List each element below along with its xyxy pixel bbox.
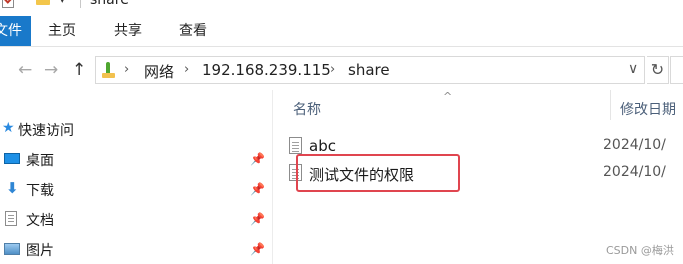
tab-file[interactable]: 文件 — [0, 16, 31, 46]
sidebar-item-label: 图片 — [26, 243, 54, 259]
sidebar-item-pictures[interactable]: 图片 📌 — [0, 238, 272, 262]
sidebar-item-quick-access[interactable]: ★ 快速访问 — [0, 118, 272, 142]
sidebar-item-downloads[interactable]: ⬇ 下载 📌 — [0, 178, 272, 202]
breadcrumb-share[interactable]: share — [348, 61, 390, 79]
tab-home[interactable]: 主页 — [48, 16, 76, 46]
quick-access-properties-icon[interactable] — [2, 0, 14, 8]
search-box[interactable] — [670, 56, 683, 84]
titlebar-separator — [80, 0, 81, 8]
address-toolbar: ← → ↑ › 网络 › 192.168.239.115 › share ∨ ↻ — [0, 52, 683, 88]
column-header-modified[interactable]: 修改日期 — [620, 99, 676, 119]
pin-icon[interactable]: 📌 — [250, 242, 265, 256]
sidebar-item-desktop[interactable]: 桌面 📌 — [0, 148, 272, 172]
quick-access-dropdown-icon[interactable]: ▾ — [60, 0, 65, 6]
pin-icon[interactable]: 📌 — [250, 182, 265, 196]
new-folder-icon[interactable] — [36, 0, 50, 5]
window-title: share — [90, 0, 129, 8]
text-file-icon — [289, 137, 302, 154]
sidebar-item-label: 下载 — [26, 183, 54, 199]
navigation-pane: ★ 快速访问 桌面 📌 ⬇ 下载 📌 文档 📌 图片 📌 — [0, 90, 272, 264]
sidebar-item-label: 文档 — [26, 213, 54, 229]
refresh-icon[interactable]: ↻ — [647, 56, 669, 84]
network-location-icon — [102, 62, 115, 78]
file-modified-date: 2024/10/ — [603, 137, 666, 153]
tab-share[interactable]: 共享 — [114, 16, 142, 46]
chevron-down-icon[interactable]: ∨ — [628, 61, 638, 77]
ribbon: 文件 主页 共享 查看 — [0, 16, 683, 47]
tab-view[interactable]: 查看 — [179, 16, 207, 46]
breadcrumb-host[interactable]: 192.168.239.115 — [202, 61, 331, 79]
pin-icon[interactable]: 📌 — [250, 212, 265, 226]
column-divider[interactable] — [610, 90, 611, 120]
sidebar-item-documents[interactable]: 文档 📌 — [0, 208, 272, 232]
address-path-box[interactable]: › 网络 › 192.168.239.115 › share ∨ — [95, 56, 645, 84]
breadcrumb-network[interactable]: 网络 — [144, 61, 174, 82]
title-bar: ▾ share — [0, 0, 683, 10]
document-icon — [5, 211, 17, 226]
picture-icon — [4, 243, 20, 255]
up-icon[interactable]: ↑ — [72, 60, 86, 80]
file-name: abc — [309, 137, 336, 155]
breadcrumb-separator: › — [330, 62, 336, 77]
pin-icon[interactable]: 📌 — [250, 152, 265, 166]
annotation-highlight-box — [296, 154, 460, 192]
sort-ascending-icon: ^ — [443, 90, 453, 103]
file-modified-date: 2024/10/ — [603, 164, 666, 180]
breadcrumb-separator: › — [124, 62, 130, 77]
desktop-icon — [4, 153, 20, 164]
forward-icon[interactable]: → — [44, 60, 58, 80]
download-icon: ⬇ — [6, 179, 19, 197]
breadcrumb-separator: › — [184, 62, 190, 77]
star-icon: ★ — [2, 120, 15, 136]
watermark: CSDN @梅洪 — [606, 244, 674, 257]
sidebar-item-label: 快速访问 — [18, 123, 74, 139]
sidebar-item-label: 桌面 — [26, 153, 54, 169]
column-header-name[interactable]: 名称 — [293, 99, 321, 119]
back-icon[interactable]: ← — [18, 60, 32, 80]
